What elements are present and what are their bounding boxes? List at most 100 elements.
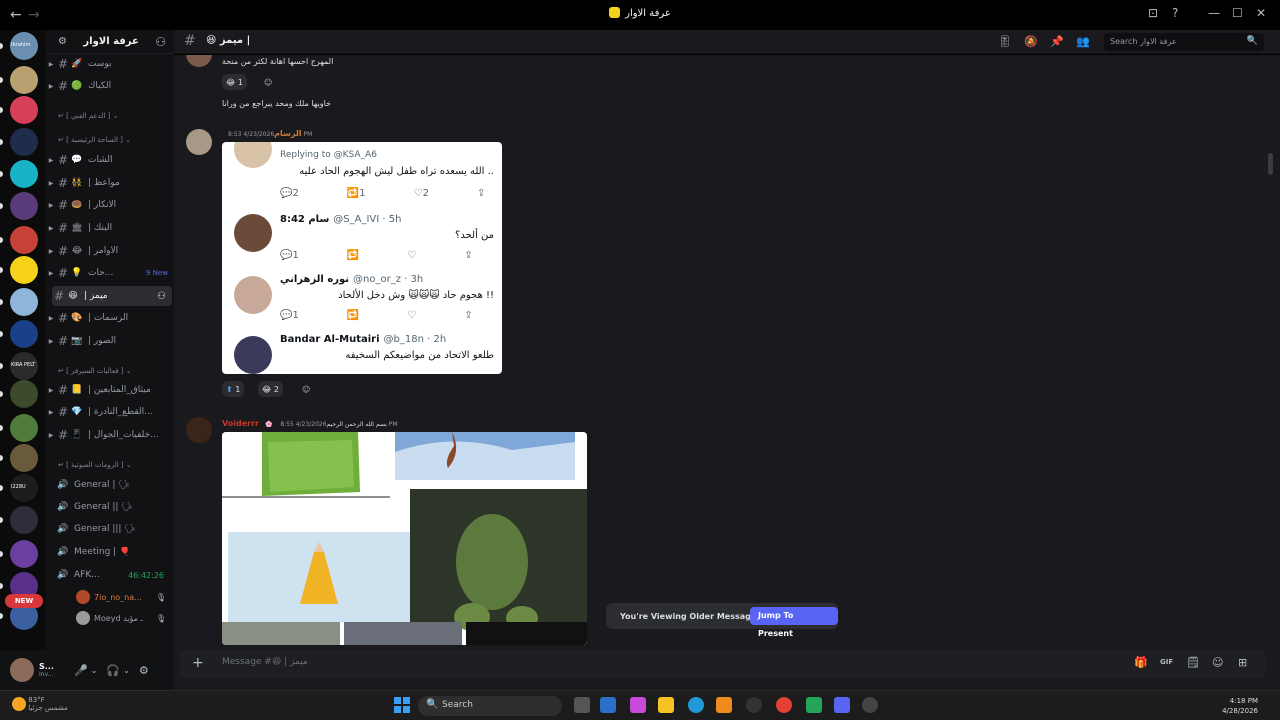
message-input[interactable]: Message #😆 | ميمز — [222, 657, 308, 667]
voice-user[interactable]: 7io_no_na... 🎙 — [76, 589, 172, 605]
steam-icon[interactable] — [862, 697, 878, 713]
reaction-laugh[interactable]: 😂 1 — [222, 74, 247, 90]
maximize-button[interactable]: ☐ — [1232, 6, 1243, 20]
text-channel[interactable]: ▶ # 💬 الشات — [46, 150, 172, 170]
member-list-icon[interactable]: 👥 — [1076, 35, 1090, 48]
server-icon[interactable] — [10, 160, 38, 188]
server-icon[interactable] — [10, 192, 38, 220]
server-icon[interactable]: KIRA PELT — [10, 352, 38, 380]
discord-icon[interactable] — [834, 697, 850, 713]
taskbar-search[interactable]: 🔍 Search — [418, 696, 562, 716]
emoji-icon[interactable]: ☺ — [1212, 656, 1223, 669]
mic-icon[interactable]: 🎤 — [74, 664, 88, 677]
close-button[interactable]: ✕ — [1256, 6, 1266, 20]
server-icon[interactable] — [10, 66, 38, 94]
apps-icon[interactable]: ⊞ — [1238, 656, 1247, 669]
text-channel[interactable]: ▶ # 🏛 | البنك — [46, 218, 172, 238]
voice-channel[interactable]: 🔊 General | 🗣 — [46, 475, 172, 495]
sticker-icon[interactable]: 🗒 — [1186, 656, 1200, 669]
app-icon[interactable] — [806, 697, 822, 713]
text-channel[interactable]: # 😆 | ميمز ⚇ — [52, 286, 172, 306]
clock[interactable]: 4:18 PM 4/28/2026 — [1222, 696, 1258, 716]
scrollbar[interactable] — [1264, 55, 1280, 650]
avatar[interactable] — [186, 129, 212, 155]
store-icon[interactable] — [600, 697, 616, 713]
gif-icon[interactable]: GIF — [1160, 658, 1173, 666]
channel-category[interactable]: ↵ [ الرومات الصوتية ] ⌄ — [58, 461, 168, 469]
channel-category[interactable]: ↵ [ الساحة الرئيسية ] ⌄ — [58, 136, 168, 144]
server-icon[interactable] — [10, 506, 38, 534]
server-icon[interactable]: Ibrahim — [10, 32, 38, 60]
mute-bell-icon[interactable]: 🔕 — [1024, 35, 1038, 48]
text-channel[interactable]: ▶ # 🟢 الكباك — [46, 76, 172, 96]
obs-icon[interactable] — [746, 697, 762, 713]
voice-user[interactable]: Moeyd ـ مؤيد 🎙 — [76, 610, 172, 626]
server-icon[interactable] — [10, 256, 38, 284]
search-input[interactable]: Search عرفة الاوار 🔍 — [1104, 33, 1264, 51]
channel-category[interactable]: ↵ [ الدعم الفني ] ⌄ — [58, 112, 168, 120]
meme-collage-image[interactable] — [222, 432, 587, 645]
server-settings-icon[interactable]: ⚙ — [58, 36, 67, 47]
headphones-icon[interactable]: 🎧 — [106, 664, 120, 677]
gift-icon[interactable]: 🎁 — [1134, 656, 1148, 669]
inbox-icon[interactable]: ⊡ — [1148, 6, 1158, 20]
copilot-icon[interactable] — [630, 697, 646, 713]
threads-icon[interactable]: 🎚 — [998, 35, 1012, 48]
invite-icon[interactable]: ⚇ — [157, 291, 166, 302]
server-icon[interactable] — [10, 128, 38, 156]
text-channel[interactable]: ▶ # 👯 | مواعظ — [46, 173, 172, 193]
user-settings-gear-icon[interactable]: ⚙ — [139, 664, 149, 677]
server-icon[interactable] — [10, 226, 38, 254]
avatar[interactable] — [186, 417, 212, 443]
audio-options-icon[interactable]: ⌄ — [123, 666, 130, 675]
server-icon[interactable] — [10, 96, 38, 124]
server-icon[interactable] — [10, 540, 38, 568]
author-name[interactable]: الرسام — [274, 129, 301, 138]
jump-to-present-button[interactable]: Jump To Present — [750, 607, 838, 638]
server-icon[interactable]: I228U — [10, 474, 38, 502]
text-channel[interactable]: ▶ # 💎 | القطع_النادرة... — [46, 402, 172, 422]
help-icon[interactable]: ? — [1172, 6, 1178, 20]
text-channel[interactable]: ▶ # 🎨 | الرسمات — [46, 308, 172, 328]
tweet-screenshot-image[interactable]: Replying to @KSA_A6 الله يسعده تراه طفل … — [222, 142, 502, 374]
message-author[interactable]: Voiderrr 🌸 بسم الله الرحمن الرحيم4/23/202… — [222, 419, 398, 428]
author-name[interactable]: Voiderrr — [222, 419, 259, 428]
message-composer[interactable]: + Message #😆 | ميمز 🎁 GIF 🗒 ☺ ⊞ — [180, 650, 1266, 678]
text-channel[interactable]: ▶ # 📷 | الصور — [46, 331, 172, 351]
avatar[interactable] — [10, 658, 34, 682]
reaction-upvote[interactable]: ⬆ 1 — [222, 381, 245, 397]
add-reaction-icon[interactable]: ☺ — [260, 74, 276, 90]
file-explorer-icon[interactable] — [658, 697, 674, 713]
server-header[interactable]: ⚙ عرفة الاوار ⚇ — [46, 30, 174, 54]
chrome-icon[interactable] — [776, 697, 792, 713]
text-channel[interactable]: ▶ # 🍩 | الانكار — [46, 195, 172, 215]
voice-channel[interactable]: 🔊 General ||| 🗣 — [46, 519, 172, 539]
scrollbar-thumb[interactable] — [1268, 153, 1273, 175]
mic-options-icon[interactable]: ⌄ — [91, 666, 98, 675]
text-channel[interactable]: ▶ # 📱 | خلفيات_الجوال... — [46, 425, 172, 445]
weather-widget[interactable]: 83°F مشمس جزئيا — [12, 696, 68, 712]
server-icon[interactable] — [10, 444, 38, 472]
task-view-icon[interactable] — [574, 697, 590, 713]
add-reaction-icon[interactable]: ☺ — [298, 381, 314, 397]
minimize-button[interactable]: — — [1208, 6, 1220, 20]
avatar[interactable] — [186, 55, 212, 67]
server-icon[interactable] — [10, 320, 38, 348]
text-channel[interactable]: ▶ # 🚀 بوست — [46, 54, 172, 74]
reaction-laugh[interactable]: 😂 2 — [258, 381, 283, 397]
vlc-icon[interactable] — [716, 697, 732, 713]
pin-icon[interactable]: 📌 — [1050, 35, 1064, 48]
server-icon[interactable] — [10, 288, 38, 316]
windows-start-icon[interactable] — [394, 697, 410, 713]
edge-icon[interactable] — [688, 697, 704, 713]
voice-channel[interactable]: 🔊 Meeting | 🎈 — [46, 542, 172, 562]
add-attachment-icon[interactable]: + — [192, 655, 204, 671]
text-channel[interactable]: ▶ # 😂 | الاوامر — [46, 241, 172, 261]
channel-category[interactable]: ↵ [ فعاليات السيرفر ] ⌄ — [58, 367, 168, 375]
server-icon[interactable] — [10, 380, 38, 408]
text-channel[interactable]: ▶ # 💡 حات... 9 New — [46, 263, 172, 283]
server-icon[interactable] — [10, 414, 38, 442]
message-author[interactable]: الرسام4/23/2026 8:53 PM — [222, 129, 312, 138]
text-channel[interactable]: ▶ # 📒 | ميثاق_المتابعين — [46, 380, 172, 400]
voice-channel[interactable]: 🔊 AFK... 46:42:26 — [46, 565, 172, 585]
